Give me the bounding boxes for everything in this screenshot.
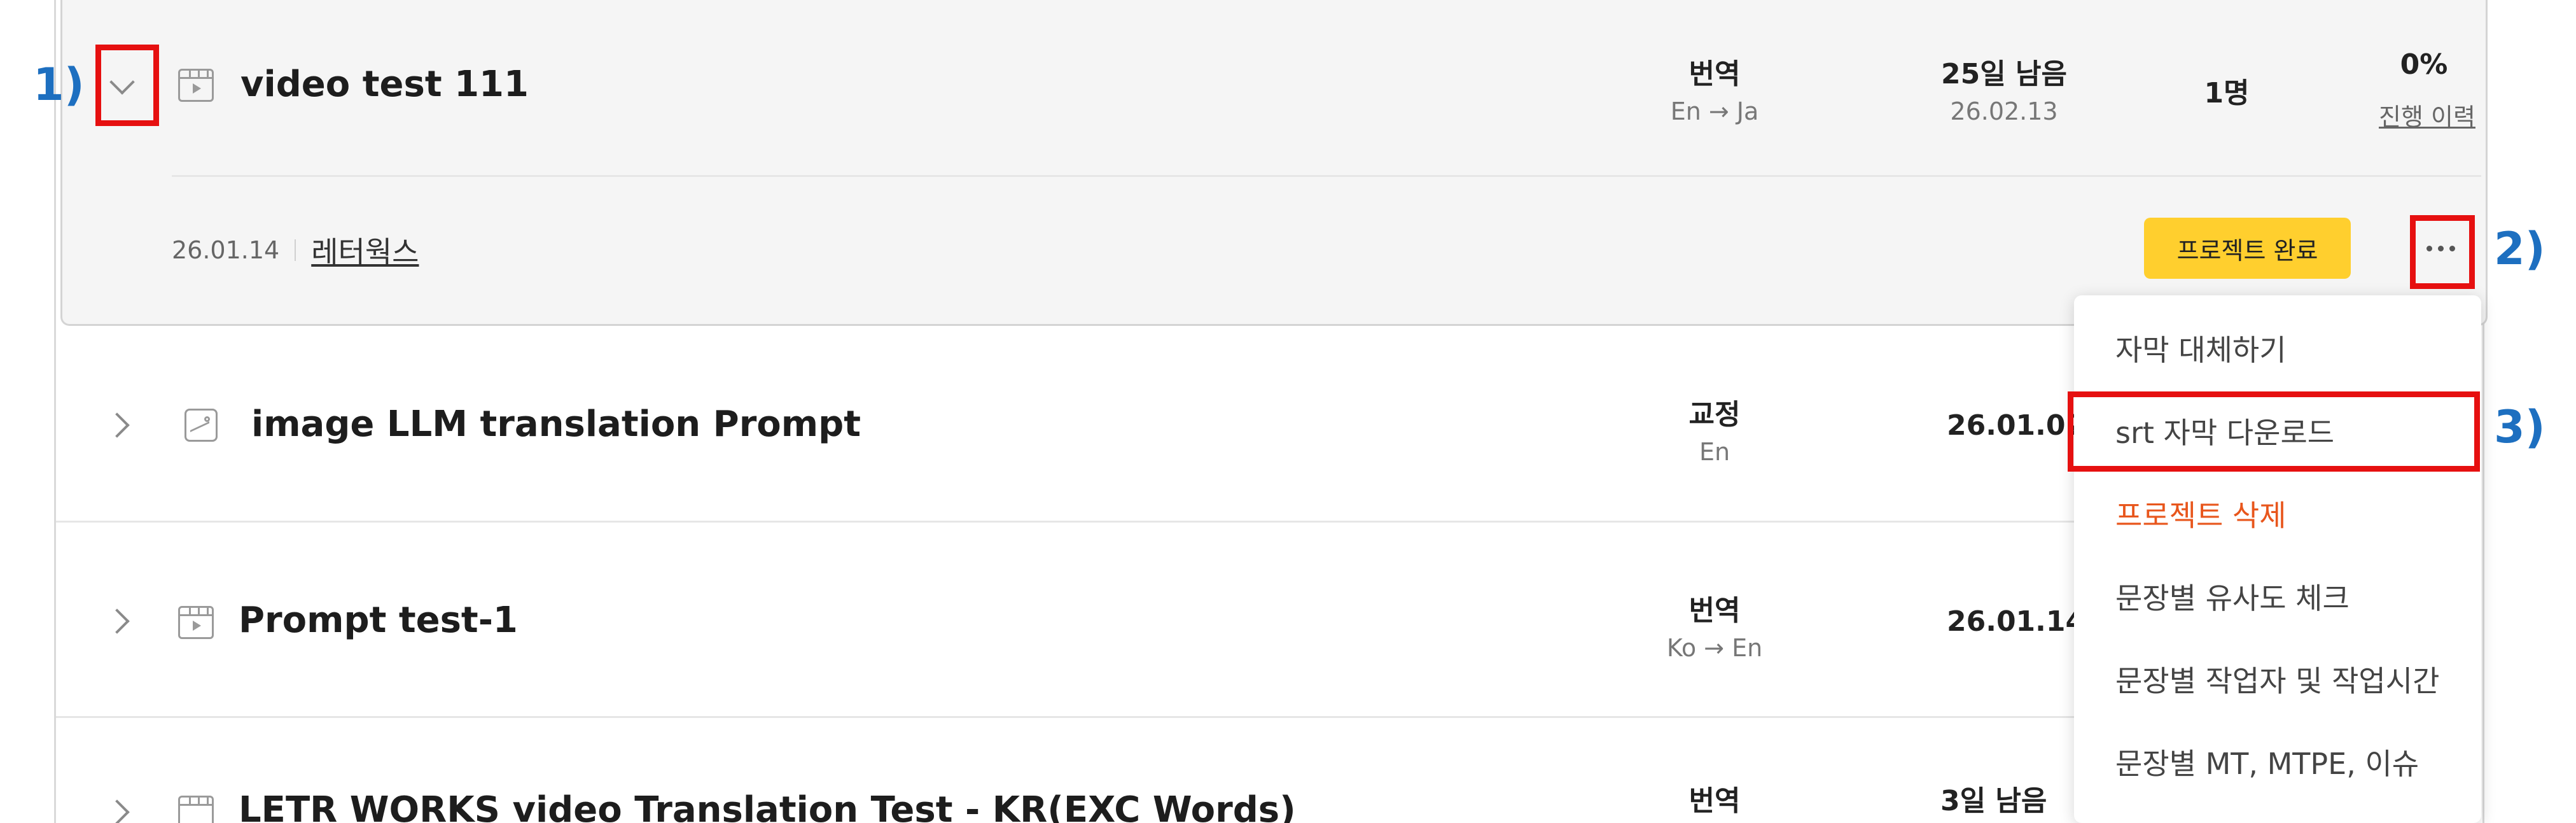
highlight-box-1 — [95, 45, 159, 126]
menu-item-replace-subtitles[interactable]: 자막 대체하기 — [2115, 327, 2287, 369]
project-row-expanded — [60, 0, 2488, 326]
image-icon — [184, 409, 218, 442]
org-link[interactable]: 레터웍스 — [311, 229, 419, 271]
complete-project-button[interactable]: 프로젝트 완료 — [2144, 218, 2351, 279]
created-date: 26.01.14 — [172, 236, 280, 264]
project-language: En → Ja — [1670, 97, 1759, 125]
project-type: 번역 — [1688, 594, 1741, 627]
video-icon — [178, 796, 214, 823]
project-type: 교정 — [1688, 398, 1741, 431]
annotation-marker-2: 2) — [2494, 223, 2545, 275]
project-meta: 26.01.14 레터웍스 — [172, 229, 419, 271]
menu-item-worker-time[interactable]: 문장별 작업자 및 작업시간 — [2115, 658, 2439, 700]
menu-item-delete-project[interactable]: 프로젝트 삭제 — [2115, 493, 2287, 535]
project-title[interactable]: LETR WORKS video Translation Test - KR(E… — [239, 789, 1296, 823]
row-divider — [56, 716, 2079, 718]
project-type: 번역 — [1688, 58, 1741, 90]
menu-item-mt-mtpe-issue[interactable]: 문장별 MT, MTPE, 이슈 — [2115, 741, 2419, 783]
menu-item-similarity-check[interactable]: 문장별 유사도 체크 — [2115, 575, 2350, 617]
project-language: Ko → En — [1666, 634, 1763, 662]
project-title[interactable]: Prompt test-1 — [239, 600, 518, 641]
history-link[interactable]: 진행 이력 — [2370, 97, 2484, 132]
project-title[interactable]: image LLM translation Prompt — [251, 404, 861, 445]
row-divider — [172, 175, 2481, 177]
highlight-box-3 — [2068, 391, 2480, 472]
project-members: 1명 — [2204, 77, 2250, 109]
context-menu: 자막 대체하기 srt 자막 다운로드 프로젝트 삭제 문장별 유사도 체크 문… — [2074, 295, 2481, 823]
project-deadline-date: 26.01.02 — [1947, 409, 2085, 442]
project-language: En — [1699, 438, 1730, 466]
row-divider — [56, 521, 2079, 523]
project-deadline-date: 26.01.14 — [1947, 605, 2085, 638]
annotation-marker-1: 1) — [33, 59, 85, 111]
annotation-marker-3: 3) — [2494, 401, 2545, 453]
project-deadline: 3일 남음 — [1940, 785, 2047, 817]
video-icon — [178, 69, 214, 102]
project-deadline-date: 26.02.13 — [1950, 97, 2058, 125]
project-title[interactable]: video test 111 — [240, 64, 529, 105]
highlight-box-2 — [2410, 215, 2475, 289]
project-progress: 0% — [2400, 48, 2448, 81]
video-icon — [178, 606, 214, 639]
project-deadline: 25일 남음 — [1941, 58, 2067, 90]
project-type: 번역 — [1688, 785, 1741, 817]
meta-divider — [295, 239, 296, 261]
